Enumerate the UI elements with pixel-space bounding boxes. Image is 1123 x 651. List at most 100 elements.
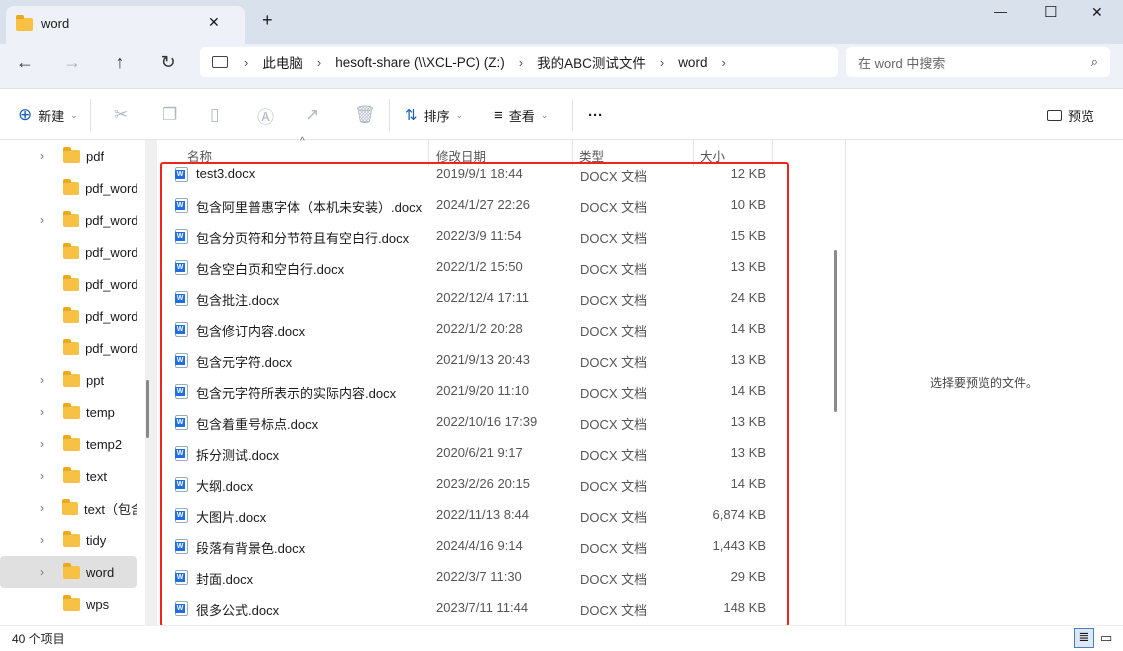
- sidebar-item-label: pdf_word: [85, 308, 138, 324]
- breadcrumb-drive[interactable]: hesoft-share (\\XCL-PC) (Z:): [325, 55, 515, 70]
- status-bar: 40 个项目 ≣ ▭: [0, 625, 1123, 651]
- sidebar-item[interactable]: wps: [0, 588, 137, 620]
- item-count: 40 个项目: [12, 632, 65, 646]
- search-placeholder: 在 word 中搜索: [858, 55, 946, 71]
- chevron-right-icon[interactable]: ›: [40, 469, 56, 483]
- folder-icon: [63, 434, 80, 451]
- sidebar-item-label: text: [86, 468, 107, 484]
- preview-pane: 选择要预览的文件。: [845, 140, 1123, 625]
- sidebar-scrollbar-thumb[interactable]: [146, 380, 149, 438]
- sidebar-item-label: temp: [86, 404, 115, 420]
- rename-icon[interactable]: Ⓐ: [257, 101, 274, 129]
- folder-icon: [63, 594, 80, 611]
- sidebar-item[interactable]: › temp2: [0, 428, 137, 460]
- sidebar-item[interactable]: › text（包含: [0, 492, 137, 524]
- sidebar-item[interactable]: › word: [0, 556, 137, 588]
- sidebar-item[interactable]: › tidy: [0, 524, 137, 556]
- sort-button[interactable]: ⇅ 排序 ⌄: [405, 101, 463, 129]
- chevron-right-icon[interactable]: ›: [40, 405, 56, 419]
- minimize-button[interactable]: —: [994, 4, 1007, 19]
- copy-icon[interactable]: ❐: [162, 101, 177, 129]
- toolbar: ⊕ 新建 ⌄ ✂ ❐ ▯ Ⓐ ↗ 🗑 ⇅ 排序 ⌄ ≡ 查看 ⌄ ··· 预览: [0, 88, 1123, 140]
- folder-icon: [16, 15, 33, 31]
- paste-icon[interactable]: ▯: [210, 101, 219, 129]
- sort-icon: ⇅: [405, 107, 418, 124]
- folder-icon: [62, 178, 80, 195]
- folder-icon: [63, 402, 80, 419]
- sidebar-item-label: pdf_word: [85, 180, 138, 196]
- sidebar-item-label: text（包含: [84, 501, 137, 517]
- sidebar-item-label: pdf_word: [85, 276, 138, 292]
- sidebar-item[interactable]: pdf_word: [0, 332, 137, 364]
- sidebar-item-label: word: [86, 564, 115, 580]
- close-button[interactable]: ✕: [1091, 4, 1103, 21]
- folder-icon: [63, 146, 80, 163]
- view-label: 查看: [508, 108, 535, 124]
- preview-pane-icon: [1047, 109, 1062, 121]
- sidebar-item[interactable]: › text: [0, 460, 137, 492]
- plus-circle-icon: ⊕: [18, 105, 33, 124]
- folder-icon: [63, 370, 80, 387]
- chevron-right-icon[interactable]: ›: [40, 533, 56, 547]
- chevron-right-icon[interactable]: ›: [40, 437, 56, 451]
- tab-close-button[interactable]: ✕: [208, 14, 220, 31]
- search-icon: ⌕: [1090, 54, 1098, 69]
- breadcrumb-word[interactable]: word: [668, 55, 717, 70]
- refresh-button[interactable]: ↻: [153, 47, 183, 77]
- delete-icon[interactable]: 🗑: [354, 101, 376, 129]
- new-label: 新建: [38, 108, 65, 124]
- tab-word[interactable]: word ✕: [6, 6, 245, 44]
- sidebar-item[interactable]: › temp: [0, 396, 137, 428]
- sort-ascending-icon: ^: [300, 136, 305, 147]
- sidebar-item-label: temp2: [86, 436, 123, 452]
- folder-icon: [62, 306, 80, 323]
- chevron-right-icon[interactable]: ›: [40, 149, 56, 163]
- folder-icon: [62, 498, 78, 515]
- sort-label: 排序: [423, 108, 450, 124]
- chevron-right-icon[interactable]: ›: [40, 373, 56, 387]
- more-button[interactable]: ···: [588, 101, 603, 129]
- sidebar-item[interactable]: › pdf_word: [0, 204, 137, 236]
- back-button[interactable]: ←: [10, 47, 40, 77]
- new-tab-button[interactable]: +: [262, 10, 273, 31]
- computer-icon: [212, 56, 228, 68]
- sidebar-item[interactable]: pdf_word: [0, 172, 137, 204]
- sidebar-item[interactable]: pdf_word: [0, 300, 137, 332]
- chevron-right-icon[interactable]: ›: [40, 565, 56, 579]
- folder-icon: [62, 210, 80, 227]
- tab-title: word: [41, 16, 70, 31]
- folder-icon: [62, 242, 80, 259]
- view-button[interactable]: ≡ 查看 ⌄: [494, 101, 548, 129]
- sidebar-item-label: wps: [86, 596, 110, 612]
- up-button[interactable]: ↑: [105, 47, 135, 77]
- folder-icon: [62, 338, 80, 355]
- sidebar-item-label: pdf_word: [85, 340, 138, 356]
- sidebar-item[interactable]: › pdf: [0, 140, 137, 172]
- chevron-right-icon[interactable]: ›: [40, 501, 55, 515]
- folder-icon: [62, 274, 80, 291]
- chevron-right-icon[interactable]: ›: [40, 213, 56, 227]
- maximize-button[interactable]: ☐: [1044, 3, 1057, 21]
- folder-icon: [63, 530, 80, 547]
- sidebar-item[interactable]: pdf_word: [0, 236, 137, 268]
- sidebar-item[interactable]: › ppt: [0, 364, 137, 396]
- cut-icon[interactable]: ✂: [114, 101, 128, 129]
- sidebar-item-label: pdf_word: [85, 212, 138, 228]
- highlight-box: [160, 162, 789, 627]
- sidebar-item-label: ppt: [86, 372, 105, 388]
- forward-button[interactable]: →: [57, 47, 87, 77]
- preview-button[interactable]: 预览: [1047, 101, 1094, 129]
- details-view-button[interactable]: ≣: [1074, 628, 1094, 648]
- sidebar-item[interactable]: pdf_word: [0, 268, 137, 300]
- new-button[interactable]: ⊕ 新建 ⌄: [18, 101, 78, 129]
- tiles-view-button[interactable]: ▭: [1100, 630, 1112, 646]
- breadcrumb-this-pc[interactable]: 此电脑: [252, 52, 313, 72]
- folder-icon: [63, 466, 80, 483]
- address-bar[interactable]: › 此电脑 › hesoft-share (\\XCL-PC) (Z:) › 我的AB…: [200, 47, 838, 77]
- sidebar-item-label: pdf: [86, 148, 105, 164]
- list-icon: ≡: [494, 106, 503, 124]
- search-input[interactable]: 在 word 中搜索 ⌕: [846, 47, 1110, 77]
- breadcrumb-folder[interactable]: 我的ABC测试文件: [527, 52, 656, 72]
- file-list-scrollbar[interactable]: [834, 250, 837, 412]
- share-icon[interactable]: ↗: [305, 101, 319, 129]
